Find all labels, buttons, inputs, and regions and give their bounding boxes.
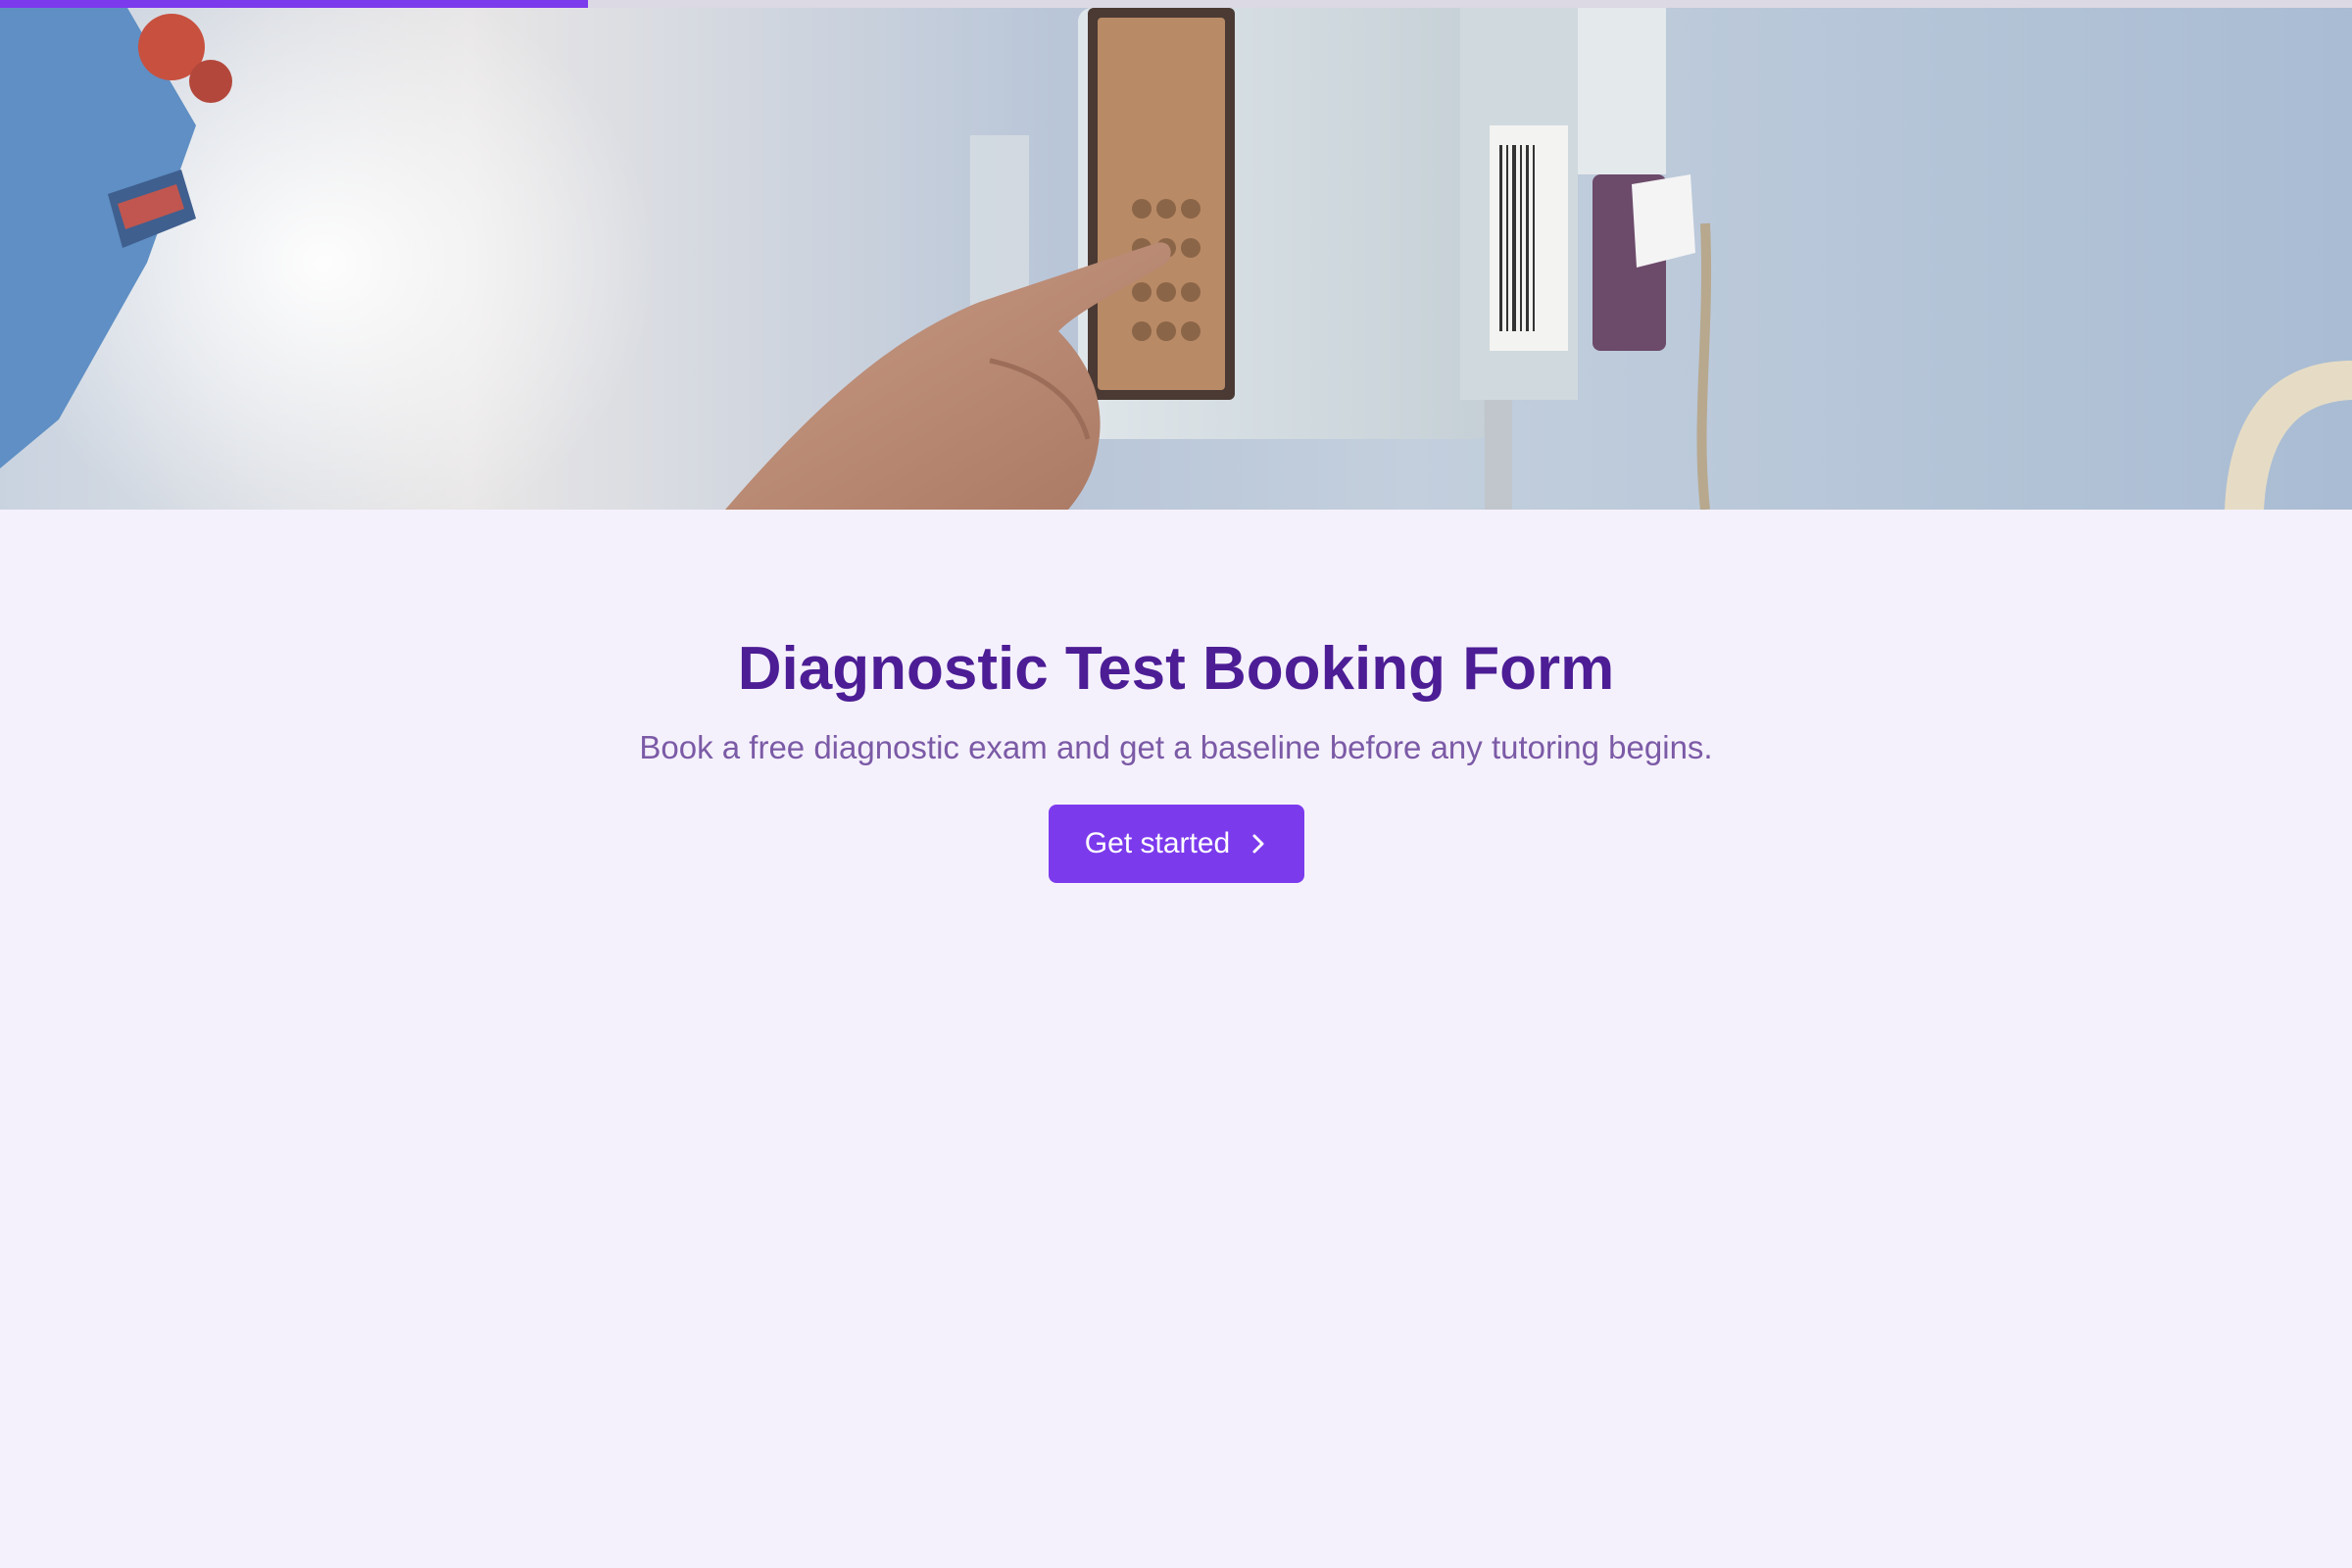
hero-image xyxy=(0,8,2352,510)
chevron-right-icon xyxy=(1250,833,1267,855)
page-subtitle: Book a free diagnostic exam and get a ba… xyxy=(639,729,1713,766)
progress-bar-fill xyxy=(0,0,588,8)
page-title: Diagnostic Test Booking Form xyxy=(737,635,1615,703)
intro-section: Diagnostic Test Booking Form Book a free… xyxy=(0,510,2352,884)
page: Diagnostic Test Booking Form Book a free… xyxy=(0,0,2352,1568)
progress-bar xyxy=(0,0,2352,8)
get-started-label: Get started xyxy=(1084,827,1231,860)
get-started-button[interactable]: Get started xyxy=(1048,805,1304,884)
